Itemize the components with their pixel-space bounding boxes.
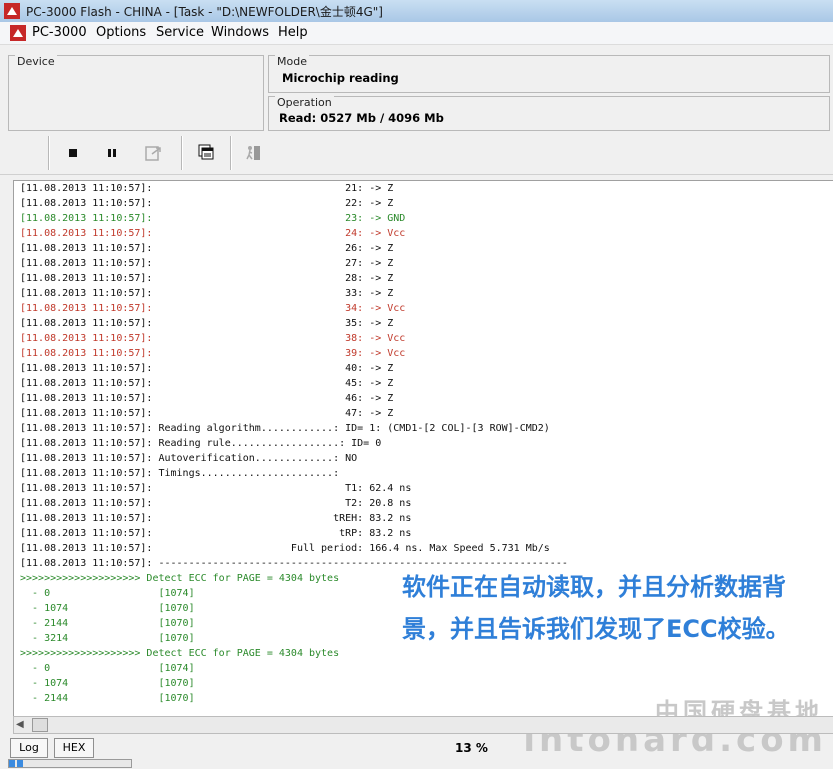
log-line: - 1074 [1070] xyxy=(20,678,195,689)
log-line: [11.08.2013 11:10:57]: 47: -> Z xyxy=(20,408,394,419)
menu-bar: PC-3000 Options Service Windows Help xyxy=(0,22,833,45)
pause-icon[interactable] xyxy=(101,142,123,164)
tab-log[interactable]: Log xyxy=(10,738,48,758)
log-line: [11.08.2013 11:10:57]: tREH: 83.2 ns xyxy=(20,513,412,524)
log-line: [11.08.2013 11:10:57]: 45: -> Z xyxy=(20,378,394,389)
operation-value: Read: 0527 Mb / 4096 Mb xyxy=(279,111,444,125)
log-line: [11.08.2013 11:10:57]: Timings..........… xyxy=(20,468,340,479)
log-line: [11.08.2013 11:10:57]: Full period: 166.… xyxy=(20,543,550,554)
window-title: PC-3000 Flash - CHINA - [Task - "D:\NEWF… xyxy=(26,5,383,19)
log-line: [11.08.2013 11:10:57]: 22: -> Z xyxy=(20,198,394,209)
toolbar-separator xyxy=(48,136,50,170)
toolbar xyxy=(0,132,833,175)
operation-legend: Operation xyxy=(275,96,334,109)
log-line: [11.08.2013 11:10:57]: Autoverification.… xyxy=(20,453,358,464)
log-line: [11.08.2013 11:10:57]: Reading algorithm… xyxy=(20,423,550,434)
log-line: [11.08.2013 11:10:57]: 35: -> Z xyxy=(20,318,394,329)
annotation-text: 软件正在自动读取，并且分析数据背景，并且告诉我们发现了ECC校验。 xyxy=(402,573,790,643)
log-line: [11.08.2013 11:10:57]: T1: 62.4 ns xyxy=(20,483,412,494)
log-line: [11.08.2013 11:10:57]: Reading rule.....… xyxy=(20,438,382,449)
log-line: [11.08.2013 11:10:57]: 26: -> Z xyxy=(20,243,394,254)
log-line: [11.08.2013 11:10:57]: 33: -> Z xyxy=(20,288,394,299)
progress-bar xyxy=(8,759,132,768)
exit-icon[interactable] xyxy=(242,142,264,164)
log-line: [11.08.2013 11:10:57]: 46: -> Z xyxy=(20,393,394,404)
menu-help[interactable]: Help xyxy=(278,25,308,40)
mode-value: Microchip reading xyxy=(282,71,399,85)
log-line: [11.08.2013 11:10:57]: 23: -> GND xyxy=(20,213,406,224)
progress-percent: 13 % xyxy=(455,741,488,755)
log-line: [11.08.2013 11:10:57]: T2: 20.8 ns xyxy=(20,498,412,509)
menu-service[interactable]: Service xyxy=(156,25,204,40)
menu-pc3000[interactable]: PC-3000 xyxy=(32,25,87,40)
log-line: [11.08.2013 11:10:57]: 27: -> Z xyxy=(20,258,394,269)
log-line: [11.08.2013 11:10:57]: 24: -> Vcc xyxy=(20,228,406,239)
log-line: [11.08.2013 11:10:57]: 34: -> Vcc xyxy=(20,303,406,314)
toolbar-separator xyxy=(230,136,232,170)
pc3000-app-icon xyxy=(4,3,20,19)
toolbar-separator xyxy=(181,136,183,170)
log-line: - 0 [1074] xyxy=(20,663,195,674)
log-line: [11.08.2013 11:10:57]: 38: -> Vcc xyxy=(20,333,406,344)
progress-fill xyxy=(9,760,25,767)
stop-icon[interactable] xyxy=(62,142,84,164)
title-bar: PC-3000 Flash - CHINA - [Task - "D:\NEWF… xyxy=(0,0,833,23)
copy-windows-icon[interactable] xyxy=(196,142,218,164)
mode-legend: Mode xyxy=(275,55,309,68)
pc3000-menu-icon[interactable] xyxy=(10,25,26,41)
log-line: [11.08.2013 11:10:57]: 39: -> Vcc xyxy=(20,348,406,359)
horizontal-scrollbar[interactable]: ◀ xyxy=(13,716,833,734)
scrollbar-thumb[interactable] xyxy=(32,718,48,732)
menu-options[interactable]: Options xyxy=(96,25,146,40)
mode-panel: Mode Microchip reading xyxy=(268,55,830,93)
tab-hex[interactable]: HEX xyxy=(54,738,94,758)
log-line: [11.08.2013 11:10:57]: 40: -> Z xyxy=(20,363,394,374)
scroll-left-icon[interactable]: ◀ xyxy=(16,719,24,730)
device-panel: Device xyxy=(8,55,264,131)
log-line: [11.08.2013 11:10:57]: 28: -> Z xyxy=(20,273,394,284)
export-icon[interactable] xyxy=(142,142,164,164)
operation-panel: Operation Read: 0527 Mb / 4096 Mb xyxy=(268,96,830,131)
device-legend: Device xyxy=(15,55,57,68)
menu-windows[interactable]: Windows xyxy=(211,25,269,40)
log-line: [11.08.2013 11:10:57]: 21: -> Z xyxy=(20,183,394,194)
log-line: [11.08.2013 11:10:57]: tRP: 83.2 ns xyxy=(20,528,412,539)
